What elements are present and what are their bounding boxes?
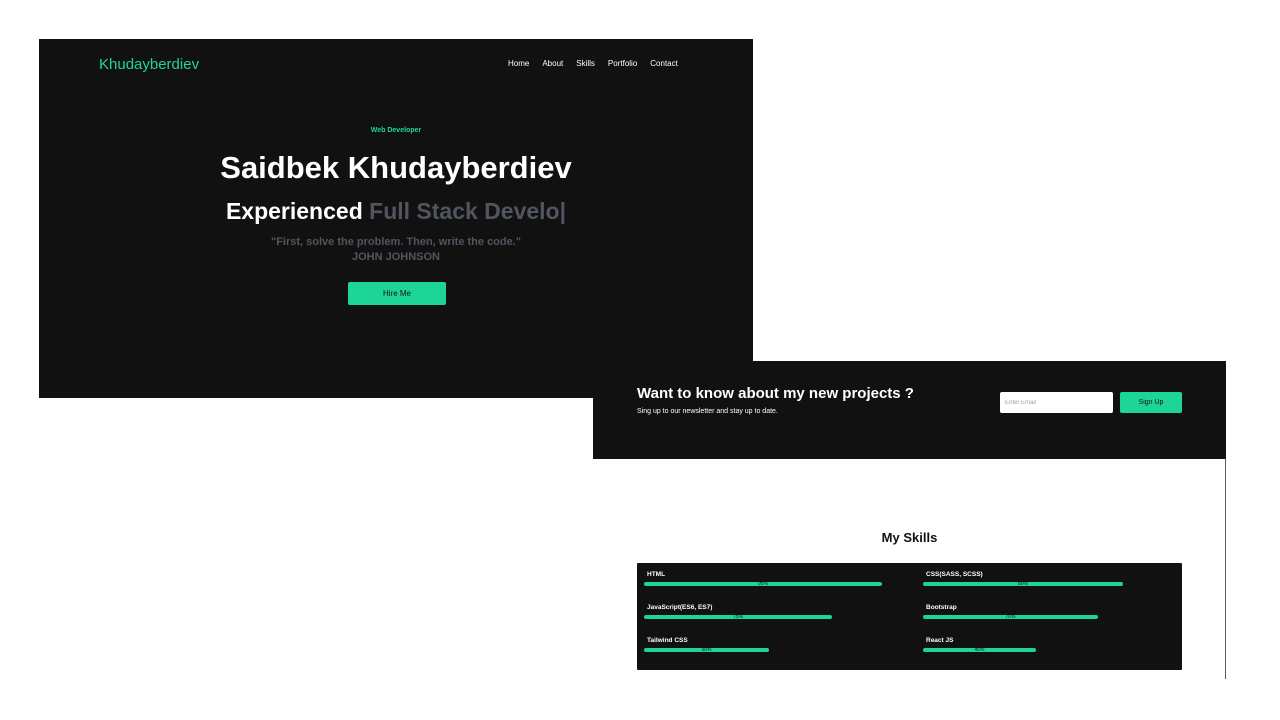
skills-title: My Skills — [881, 530, 938, 545]
hero-role: Experienced Full Stack Develo| — [39, 198, 753, 225]
hero-eyebrow: Web Developer — [370, 127, 422, 134]
hero-role-typed: Full Stack Develo| — [369, 198, 567, 224]
nav-skills[interactable]: Skills — [576, 59, 595, 68]
skill-label: CSS(SASS, SCSS) — [926, 571, 983, 578]
skill-label: JavaScript(ES6, ES7) — [647, 604, 713, 611]
site-logo[interactable]: Khudayberdiev — [99, 56, 199, 73]
hero-quote-author: JOHN JOHNSON — [351, 251, 441, 263]
hero-quote: "First, solve the problem. Then, write t… — [270, 236, 522, 248]
hero-role-prefix: Experienced — [225, 198, 363, 224]
nav-contact[interactable]: Contact — [650, 59, 678, 68]
newsletter-section: Want to know about my new projects ? Sin… — [593, 361, 1226, 459]
skill-percent: 45% — [974, 647, 985, 653]
nav-about[interactable]: About — [542, 59, 563, 68]
main-nav: Home About Skills Portfolio Contact — [508, 59, 678, 68]
skill-label: HTML — [647, 571, 666, 578]
email-input[interactable] — [1000, 392, 1113, 413]
skill-track: 75% — [644, 614, 832, 620]
skill-label: Bootstrap — [926, 604, 957, 611]
skill-percent: 95% — [757, 581, 768, 587]
newsletter-title: Want to know about my new projects ? — [637, 385, 914, 402]
skill-track: 80% — [923, 581, 1123, 587]
skill-label: Tailwind CSS — [647, 637, 688, 644]
skill-percent: 80% — [1017, 581, 1028, 587]
skills-panel: HTML 95% CSS(SASS, SCSS) 80% JavaScript(… — [637, 563, 1182, 670]
skill-track: 45% — [923, 647, 1036, 653]
nav-home[interactable]: Home — [508, 59, 529, 68]
skill-label: React JS — [926, 637, 954, 644]
skill-percent: 75% — [732, 614, 743, 620]
skill-track: 70% — [923, 614, 1098, 620]
skill-percent: 50% — [701, 647, 712, 653]
nav-portfolio[interactable]: Portfolio — [608, 59, 637, 68]
newsletter-subtitle: Sing up to our newsletter and stay up to… — [637, 408, 778, 415]
skill-track: 50% — [644, 647, 769, 653]
skill-track: 95% — [644, 581, 882, 587]
hero-screenshot: Khudayberdiev Home About Skills Portfoli… — [39, 39, 753, 398]
sign-up-button[interactable]: Sign Up — [1120, 392, 1182, 413]
hire-me-button[interactable]: Hire Me — [348, 282, 446, 305]
hero-name: Saidbek Khudayberdiev — [220, 150, 572, 185]
skill-percent: 70% — [1005, 614, 1016, 620]
panel-border — [1225, 459, 1226, 679]
